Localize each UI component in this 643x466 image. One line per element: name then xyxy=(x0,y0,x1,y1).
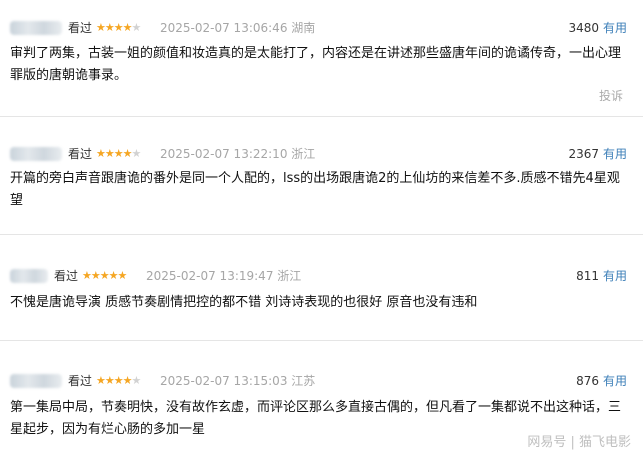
review-datetime: 2025-02-07 13:22:10 浙江 xyxy=(160,147,316,161)
useful-votes[interactable]: 876 有用 xyxy=(576,372,627,390)
review-datetime: 2025-02-07 13:15:03 江苏 xyxy=(160,374,316,388)
review-text: 审判了两集，古装一姐的颜值和妆造真的是太能打了，内容还是在讲述那些盛唐年间的诡谲… xyxy=(10,46,622,83)
source-watermark: 网易号 | 猫飞电影 xyxy=(527,435,631,450)
review-location: 浙江 xyxy=(291,147,316,161)
username-blurred[interactable] xyxy=(10,21,62,35)
username-blurred[interactable] xyxy=(10,147,62,161)
rating-stars: ★★★★★ xyxy=(96,374,141,387)
review-location: 江苏 xyxy=(291,374,316,388)
review-meta: 看过 ★★★★★ 2025-02-07 13:19:47 浙江 811 有用 xyxy=(10,267,627,285)
review-text: 开篇的旁白声音跟唐诡的番外是同一个人配的，lss的出场跟唐诡2的上仙坊的来信差不… xyxy=(10,171,620,208)
vote-count: 811 xyxy=(576,269,599,283)
review-meta: 看过 ★★★★★ 2025-02-07 13:06:46 湖南 3480 有用 xyxy=(10,19,627,37)
rating-stars: ★★★★★ xyxy=(96,21,141,34)
report-link[interactable]: 投诉 xyxy=(599,87,623,104)
review-datetime: 2025-02-07 13:19:47 浙江 xyxy=(146,269,302,283)
useful-votes[interactable]: 3480 有用 xyxy=(568,19,627,37)
review-location: 湖南 xyxy=(291,21,316,35)
vote-count: 2367 xyxy=(568,147,599,161)
watched-label: 看过 xyxy=(68,374,93,388)
review-meta: 看过 ★★★★★ 2025-02-07 13:22:10 浙江 2367 有用 xyxy=(10,145,627,163)
divider xyxy=(0,340,643,341)
vote-count: 876 xyxy=(576,374,599,388)
review-text: 不愧是唐诡导演 质感节奏剧情把控的都不错 刘诗诗表现的也很好 原音也没有违和 xyxy=(10,295,478,310)
watched-label: 看过 xyxy=(54,269,79,283)
watched-label: 看过 xyxy=(68,147,93,161)
useful-votes[interactable]: 811 有用 xyxy=(576,267,627,285)
divider xyxy=(0,116,643,117)
review-meta: 看过 ★★★★★ 2025-02-07 13:15:03 江苏 876 有用 xyxy=(10,372,627,390)
rating-stars: ★★★★★ xyxy=(82,269,127,282)
username-blurred[interactable] xyxy=(10,374,62,388)
rating-stars: ★★★★★ xyxy=(96,147,141,160)
useful-button[interactable]: 有用 xyxy=(603,374,627,388)
review-datetime: 2025-02-07 13:06:46 湖南 xyxy=(160,21,316,35)
useful-button[interactable]: 有用 xyxy=(603,147,627,161)
username-blurred[interactable] xyxy=(10,269,48,283)
useful-votes[interactable]: 2367 有用 xyxy=(568,145,627,163)
vote-count: 3480 xyxy=(568,21,599,35)
useful-button[interactable]: 有用 xyxy=(603,269,627,283)
review-location: 浙江 xyxy=(277,269,302,283)
watched-label: 看过 xyxy=(68,21,93,35)
divider xyxy=(0,234,643,235)
useful-button[interactable]: 有用 xyxy=(603,21,627,35)
